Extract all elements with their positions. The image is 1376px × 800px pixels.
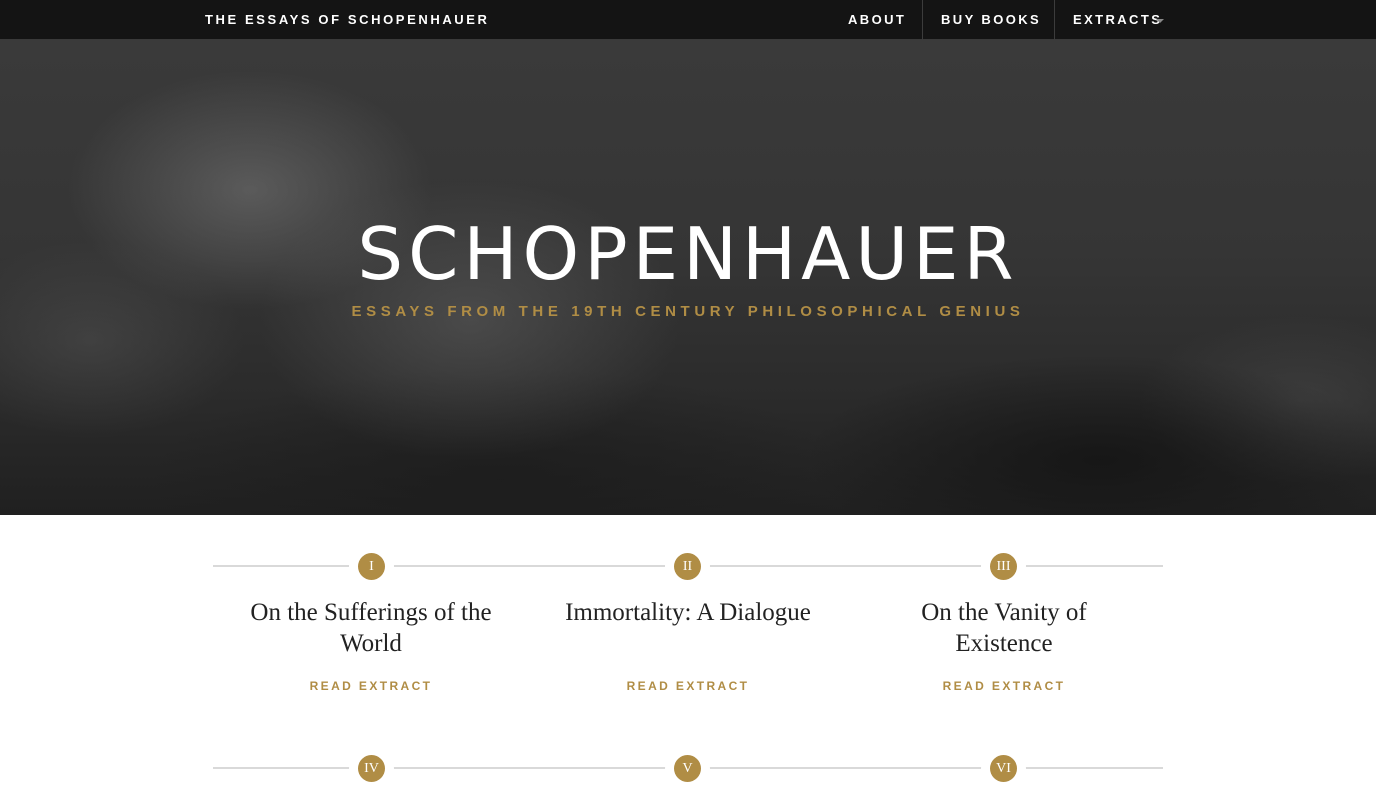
nav-divider [1054,0,1055,40]
essay-grid: I On the Sufferings of the World READ EX… [213,515,1163,800]
nav-buy-books-link[interactable]: BUY BOOKS [941,0,1041,40]
nav-about-link[interactable]: ABOUT [848,0,906,40]
hero-subtitle: ESSAYS FROM THE 19TH CENTURY PHILOSOPHIC… [351,303,1025,320]
top-navbar: THE ESSAYS OF SCHOPENHAUER ABOUT BUY BOO… [0,0,1376,40]
site-brand-link[interactable]: THE ESSAYS OF SCHOPENHAUER [205,0,490,40]
essay-numeral-badge: VI [990,755,1017,782]
essay-numeral-badge: II [674,553,701,580]
hero-title: SCHOPENHAUER [357,212,1019,296]
essay-numeral-badge: IV [358,755,385,782]
essay-title[interactable]: On the Vanity of Existence [874,597,1134,659]
nav-extracts-dropdown[interactable]: EXTRACTS [1073,0,1162,40]
caret-down-icon[interactable] [1156,19,1164,23]
essay-numeral-badge: V [674,755,701,782]
read-extract-link[interactable]: READ EXTRACT [241,678,501,694]
essay-title[interactable]: On the Sufferings of the World [241,597,501,659]
essay-numeral-badge: I [358,553,385,580]
read-extract-link[interactable]: READ EXTRACT [874,678,1134,694]
essay-numeral-badge: III [990,553,1017,580]
essay-title[interactable]: Immortality: A Dialogue [558,597,818,628]
nav-divider [922,0,923,40]
hero-banner: SCHOPENHAUER ESSAYS FROM THE 19TH CENTUR… [0,40,1376,515]
read-extract-link[interactable]: READ EXTRACT [558,678,818,694]
